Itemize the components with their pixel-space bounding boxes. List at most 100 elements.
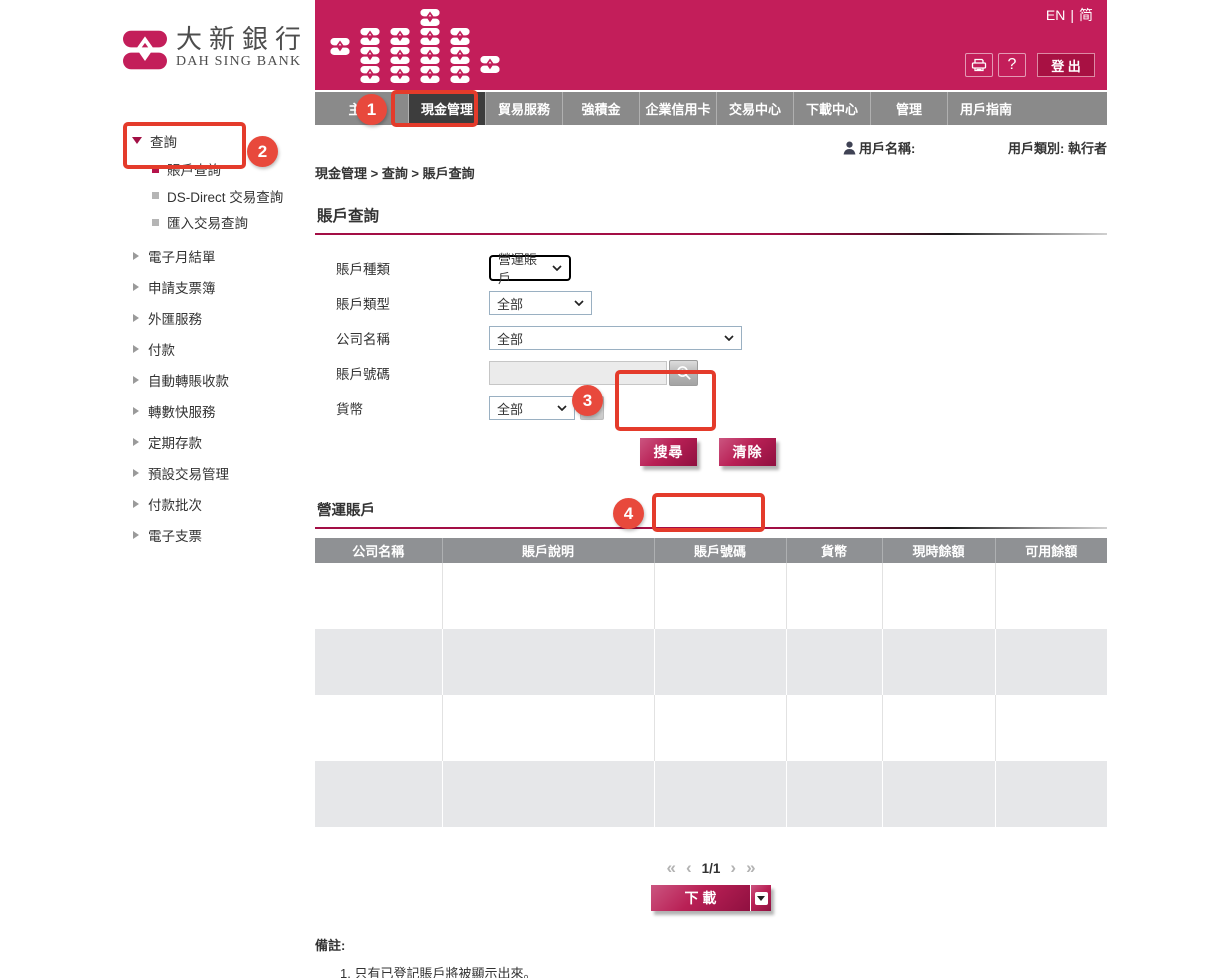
- sidebar-group-enquiry[interactable]: 查詢: [130, 125, 315, 156]
- tab-trade-services[interactable]: 貿易服務: [485, 92, 562, 125]
- sidebar-group-payment-batch[interactable]: 付款批次: [130, 489, 315, 520]
- sidebar-group-label: 申請支票簿: [148, 277, 216, 297]
- account-type-select[interactable]: 全部: [489, 291, 592, 315]
- table-cell: [654, 761, 786, 827]
- triangle-right-icon: [133, 469, 139, 477]
- sidebar-item-inward-transaction-enquiry[interactable]: 匯入交易查詢: [130, 209, 315, 236]
- search-form: 賬戶種類 營運賬戶 賬戶類型 全部 公司名稱 全部: [315, 255, 1107, 466]
- results-section-title: 營運賬戶: [317, 499, 1107, 520]
- sidebar-group-preset-transaction[interactable]: 預設交易管理: [130, 458, 315, 489]
- prev-page-button[interactable]: ‹: [686, 858, 692, 878]
- lang-simplified-link[interactable]: 简: [1079, 5, 1093, 25]
- header-banner: EN | 简 ? 登 出: [315, 0, 1107, 90]
- title-divider: [315, 233, 1107, 235]
- account-category-select[interactable]: 營運賬戶: [489, 255, 571, 281]
- sidebar-group-label: 預設交易管理: [148, 463, 229, 483]
- table-cell: [995, 563, 1107, 629]
- question-icon: ?: [587, 400, 596, 417]
- dropdown-arrow-icon: [757, 896, 765, 901]
- col-account-description: 賬戶說明: [442, 538, 654, 563]
- table-row: [315, 761, 1107, 827]
- sidebar-group-label: 轉數快服務: [148, 401, 216, 421]
- account-lookup-button[interactable]: [669, 360, 698, 386]
- col-available-balance: 可用餘額: [995, 538, 1107, 563]
- select-value: 全部: [497, 399, 523, 418]
- sidebar-item-dsdirect-transaction-enquiry[interactable]: DS-Direct 交易查詢: [130, 183, 315, 210]
- bank-logo-icon: [123, 30, 167, 75]
- breadcrumb: 現金管理 > 查詢 > 賬戶查詢: [315, 163, 1107, 182]
- sidebar-group-fps-services[interactable]: 轉數快服務: [130, 396, 315, 427]
- page-indicator: 1/1: [702, 861, 721, 876]
- sidebar-group-payments[interactable]: 付款: [130, 334, 315, 365]
- table-cell: [882, 629, 995, 695]
- download-options-button[interactable]: [751, 885, 771, 911]
- sidebar-group-fx-services[interactable]: 外匯服務: [130, 303, 315, 334]
- triangle-right-icon: [133, 438, 139, 446]
- square-bullet-icon: [152, 219, 159, 226]
- sidebar-group-label: 定期存款: [148, 432, 202, 452]
- sidebar-group-label: 查詢: [150, 131, 177, 151]
- currency-help-button[interactable]: ?: [580, 396, 604, 420]
- tab-user-guide[interactable]: 用戶指南: [947, 92, 1024, 125]
- sidebar-group-label: 電子月結單: [148, 246, 216, 266]
- sidebar-group-estatement[interactable]: 電子月結單: [130, 241, 315, 272]
- sidebar-group-time-deposit[interactable]: 定期存款: [130, 427, 315, 458]
- col-account-number: 賬戶號碼: [654, 538, 786, 563]
- company-name-select[interactable]: 全部: [489, 326, 742, 350]
- first-page-button[interactable]: «: [666, 858, 675, 878]
- sidebar-group-label: 自動轉賬收款: [148, 370, 229, 390]
- table-cell: [882, 695, 995, 761]
- lang-english-link[interactable]: EN: [1046, 7, 1065, 23]
- table-row: [315, 695, 1107, 761]
- notes: 備註: 1. 只有已登記賬戶將被顯示出來。: [315, 935, 1107, 978]
- help-button[interactable]: ?: [998, 53, 1026, 77]
- table-cell: [654, 695, 786, 761]
- magnifier-plus-icon: [676, 365, 692, 381]
- sidebar-group-cheque-book-request[interactable]: 申請支票簿: [130, 272, 315, 303]
- main-content: 用戶名稱: 用戶類別: 執行者 現金管理 > 查詢 > 賬戶查詢 賬戶查詢 賬戶…: [315, 135, 1107, 978]
- last-page-button[interactable]: »: [746, 858, 755, 878]
- download-button[interactable]: 下 載: [651, 885, 771, 911]
- search-button[interactable]: 搜尋: [640, 438, 697, 466]
- table-cell: [315, 563, 442, 629]
- tab-mpf[interactable]: 強積金: [562, 92, 639, 125]
- sidebar-group-label: 付款批次: [148, 494, 202, 514]
- user-type-label: 用戶類別: 執行者: [1008, 138, 1107, 157]
- triangle-right-icon: [133, 376, 139, 384]
- table-cell: [442, 629, 654, 695]
- tab-administration[interactable]: 管理: [870, 92, 947, 125]
- tab-home[interactable]: 主頁: [315, 92, 408, 125]
- table-cell: [315, 629, 442, 695]
- chevron-down-icon: [724, 335, 734, 341]
- download-button-label: 下 載: [651, 885, 751, 911]
- col-currency: 貨幣: [786, 538, 882, 563]
- sidebar-item-label: 匯入交易查詢: [167, 212, 248, 232]
- logout-button[interactable]: 登 出: [1037, 53, 1095, 77]
- bank-logo[interactable]: 大新銀行 DAH SING BANK: [123, 26, 308, 75]
- sidebar: 查詢 賬戶查詢 DS-Direct 交易查詢 匯入交易查詢 電子月結單 申請支票…: [130, 125, 315, 551]
- sidebar-group-echeque[interactable]: 電子支票: [130, 520, 315, 551]
- printer-icon: [971, 58, 987, 72]
- table-header-row: 公司名稱 賬戶說明 賬戶號碼 貨幣 現時餘額 可用餘額: [315, 538, 1107, 563]
- tab-transaction-centre[interactable]: 交易中心: [716, 92, 793, 125]
- currency-select[interactable]: 全部: [489, 396, 575, 420]
- tab-corporate-card[interactable]: 企業信用卡: [639, 92, 716, 125]
- next-page-button[interactable]: ›: [730, 858, 736, 878]
- triangle-right-icon: [133, 407, 139, 415]
- sidebar-group-autopay-collection[interactable]: 自動轉賬收款: [130, 365, 315, 396]
- sidebar-item-account-enquiry[interactable]: 賬戶查詢: [130, 156, 315, 183]
- tab-cash-management[interactable]: 現金管理: [408, 92, 485, 125]
- print-button[interactable]: [965, 53, 993, 77]
- table-cell: [786, 761, 882, 827]
- table-cell: [786, 629, 882, 695]
- table-cell: [786, 563, 882, 629]
- triangle-right-icon: [133, 283, 139, 291]
- notes-title: 備註:: [315, 935, 1107, 954]
- table-cell: [882, 761, 995, 827]
- sidebar-group-label: 付款: [148, 339, 175, 359]
- sidebar-item-label: 賬戶查詢: [167, 159, 221, 179]
- table-cell: [315, 695, 442, 761]
- account-number-input[interactable]: [489, 361, 667, 385]
- clear-button[interactable]: 清除: [719, 438, 776, 466]
- tab-download-centre[interactable]: 下載中心: [793, 92, 870, 125]
